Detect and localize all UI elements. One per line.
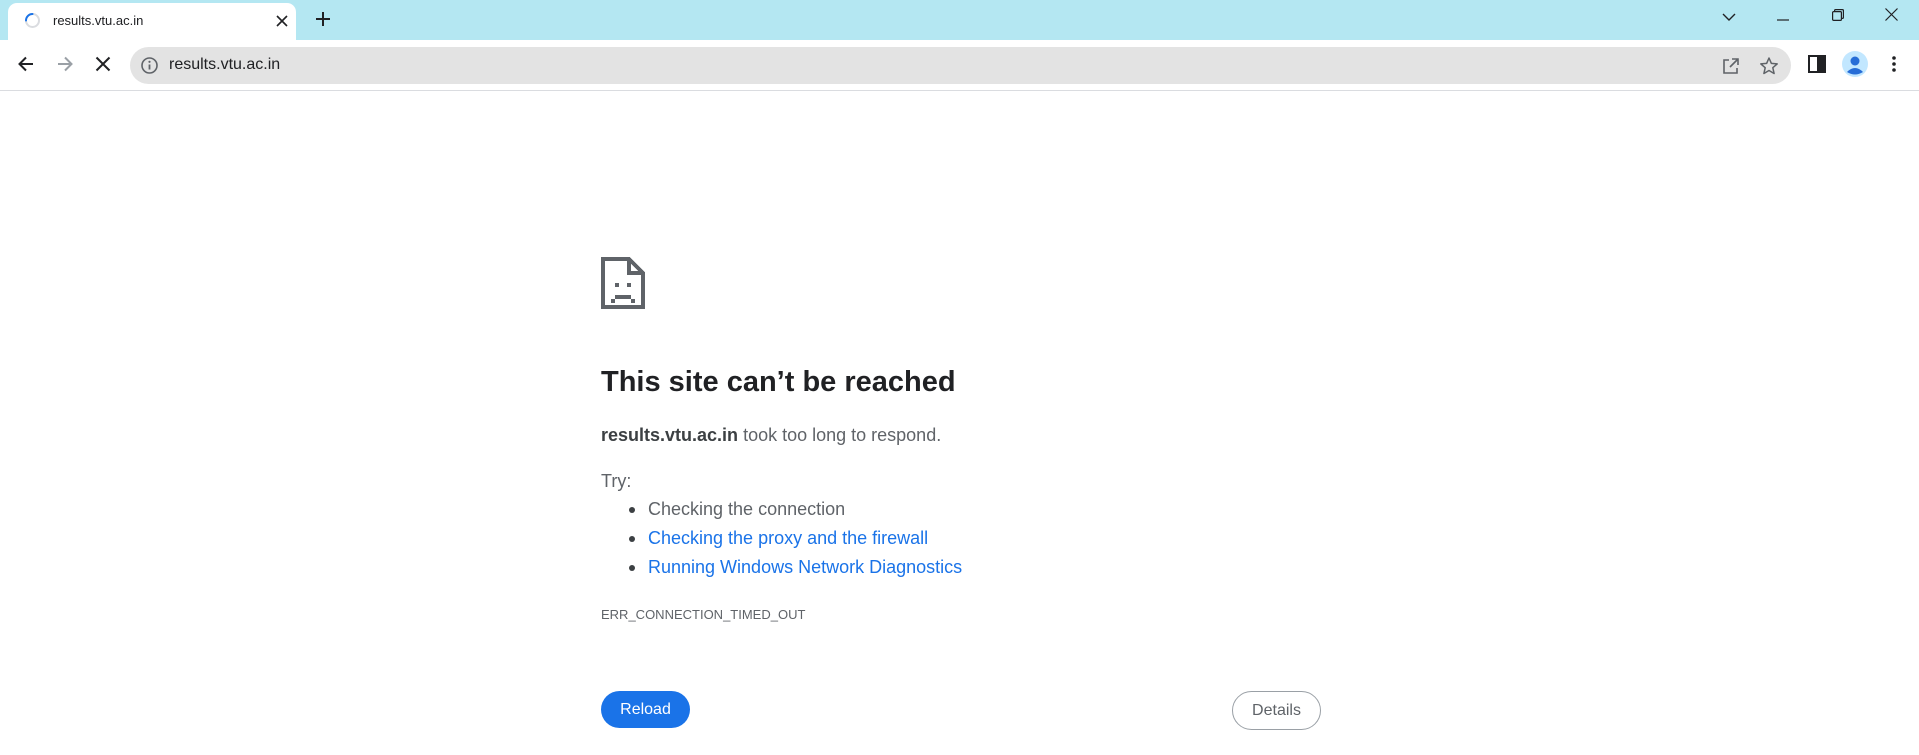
browser-tab[interactable]: results.vtu.ac.in [8,3,296,40]
close-icon [1884,8,1898,26]
sad-page-icon [601,257,645,309]
browser-toolbar: results.vtu.ac.in [0,40,1919,91]
stop-x-icon [95,56,111,77]
suggestion-check-proxy-firewall-link[interactable]: Checking the proxy and the firewall [628,527,962,556]
error-description-text: took too long to respond. [738,425,942,445]
suggestion-list: Checking the connection Checking the pro… [628,498,962,585]
details-button[interactable]: Details [1232,691,1321,730]
address-url[interactable]: results.vtu.ac.in [169,56,280,74]
tab-strip: results.vtu.ac.in [0,0,1919,40]
minimize-icon [1777,8,1789,26]
arrow-left-icon [17,55,35,78]
chrome-menu-button[interactable] [1881,53,1907,79]
profile-button[interactable] [1842,50,1868,82]
tab-title: results.vtu.ac.in [53,13,144,28]
address-bar[interactable]: results.vtu.ac.in [130,47,1791,84]
share-icon[interactable] [1719,54,1743,78]
stop-button[interactable] [85,48,121,84]
side-panel-icon [1808,54,1826,78]
info-icon[interactable] [140,56,159,75]
chevron-down-icon [1722,8,1736,26]
profile-avatar-icon [1842,50,1868,82]
plus-icon [315,11,331,32]
arrow-right-icon [56,55,74,78]
back-button[interactable] [8,48,44,84]
restore-icon [1832,8,1844,26]
close-window-button[interactable] [1863,0,1919,34]
tab-search-button[interactable] [1701,0,1757,34]
error-description: results.vtu.ac.in took too long to respo… [601,425,941,446]
tab-close-icon[interactable] [273,12,291,30]
try-label: Try: [601,471,632,491]
restore-button[interactable] [1810,0,1866,34]
loading-spinner-icon [24,12,41,29]
star-icon[interactable] [1757,54,1781,78]
suggestion-check-connection: Checking the connection [628,498,962,527]
side-panel-button[interactable] [1804,53,1830,79]
error-code: ERR_CONNECTION_TIMED_OUT [601,607,806,622]
error-host: results.vtu.ac.in [601,425,739,445]
minimize-button[interactable] [1755,0,1811,34]
kebab-menu-icon [1891,55,1897,78]
new-tab-button[interactable] [310,8,336,34]
forward-button[interactable] [47,48,83,84]
suggestion-network-diagnostics-link[interactable]: Running Windows Network Diagnostics [628,556,962,585]
reload-button[interactable]: Reload [601,691,690,728]
error-title: This site can’t be reached [601,366,956,398]
